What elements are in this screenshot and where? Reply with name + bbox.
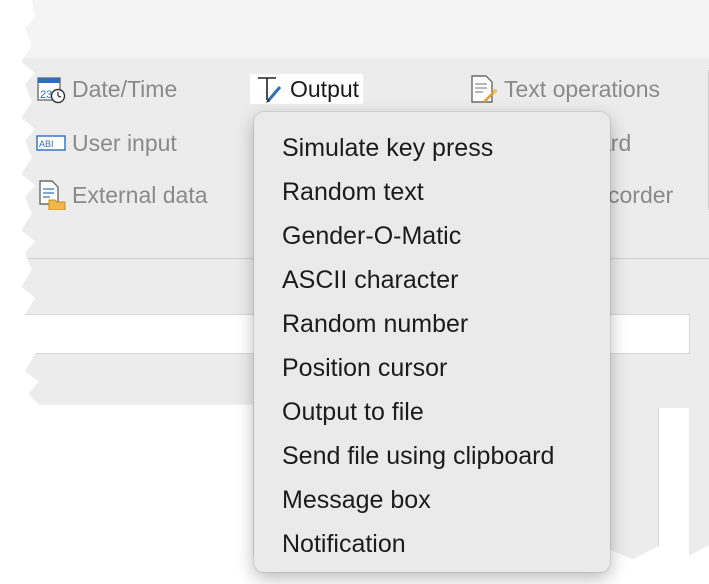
external-data-button[interactable]: External data <box>36 180 208 211</box>
menu-item-notification[interactable]: Notification <box>254 522 610 566</box>
menu-item-gender-o-matic[interactable]: Gender-O-Matic <box>254 214 610 258</box>
date-time-label: Date/Time <box>72 75 178 102</box>
output-dropdown-menu: Simulate key press Random text Gender-O-… <box>254 112 610 572</box>
text-operations-button[interactable]: Text operations <box>468 74 660 104</box>
menu-item-position-cursor[interactable]: Position cursor <box>254 346 610 390</box>
menu-item-output-to-file[interactable]: Output to file <box>254 390 610 434</box>
date-time-button[interactable]: 23 Date/Time <box>36 74 177 104</box>
menu-item-random-text[interactable]: Random text <box>254 170 610 214</box>
abi-input-icon: ABI <box>36 128 66 158</box>
user-input-label: User input <box>72 129 177 156</box>
menu-item-simulate-key-press[interactable]: Simulate key press <box>254 126 610 170</box>
title-bar <box>21 0 709 59</box>
svg-text:23: 23 <box>40 89 52 101</box>
user-input-button[interactable]: ABI User input <box>36 128 177 158</box>
document-folder-icon <box>36 180 66 211</box>
recorder-button-partial-label[interactable]: corder <box>608 182 673 209</box>
calendar-clock-icon: 23 <box>36 74 66 104</box>
output-label: Output <box>290 75 360 102</box>
menu-item-message-box[interactable]: Message box <box>254 478 610 522</box>
output-button[interactable]: Output <box>250 74 364 104</box>
svg-text:ABI: ABI <box>39 139 54 149</box>
text-cursor-pen-icon <box>254 74 284 104</box>
menu-item-ascii-character[interactable]: ASCII character <box>254 258 610 302</box>
text-operations-label: Text operations <box>504 75 660 102</box>
menu-item-send-file-using-clipboard[interactable]: Send file using clipboard <box>254 434 610 478</box>
external-data-label: External data <box>72 181 208 208</box>
content-panel <box>658 408 689 558</box>
document-wand-icon <box>468 74 498 104</box>
menu-item-random-number[interactable]: Random number <box>254 302 610 346</box>
